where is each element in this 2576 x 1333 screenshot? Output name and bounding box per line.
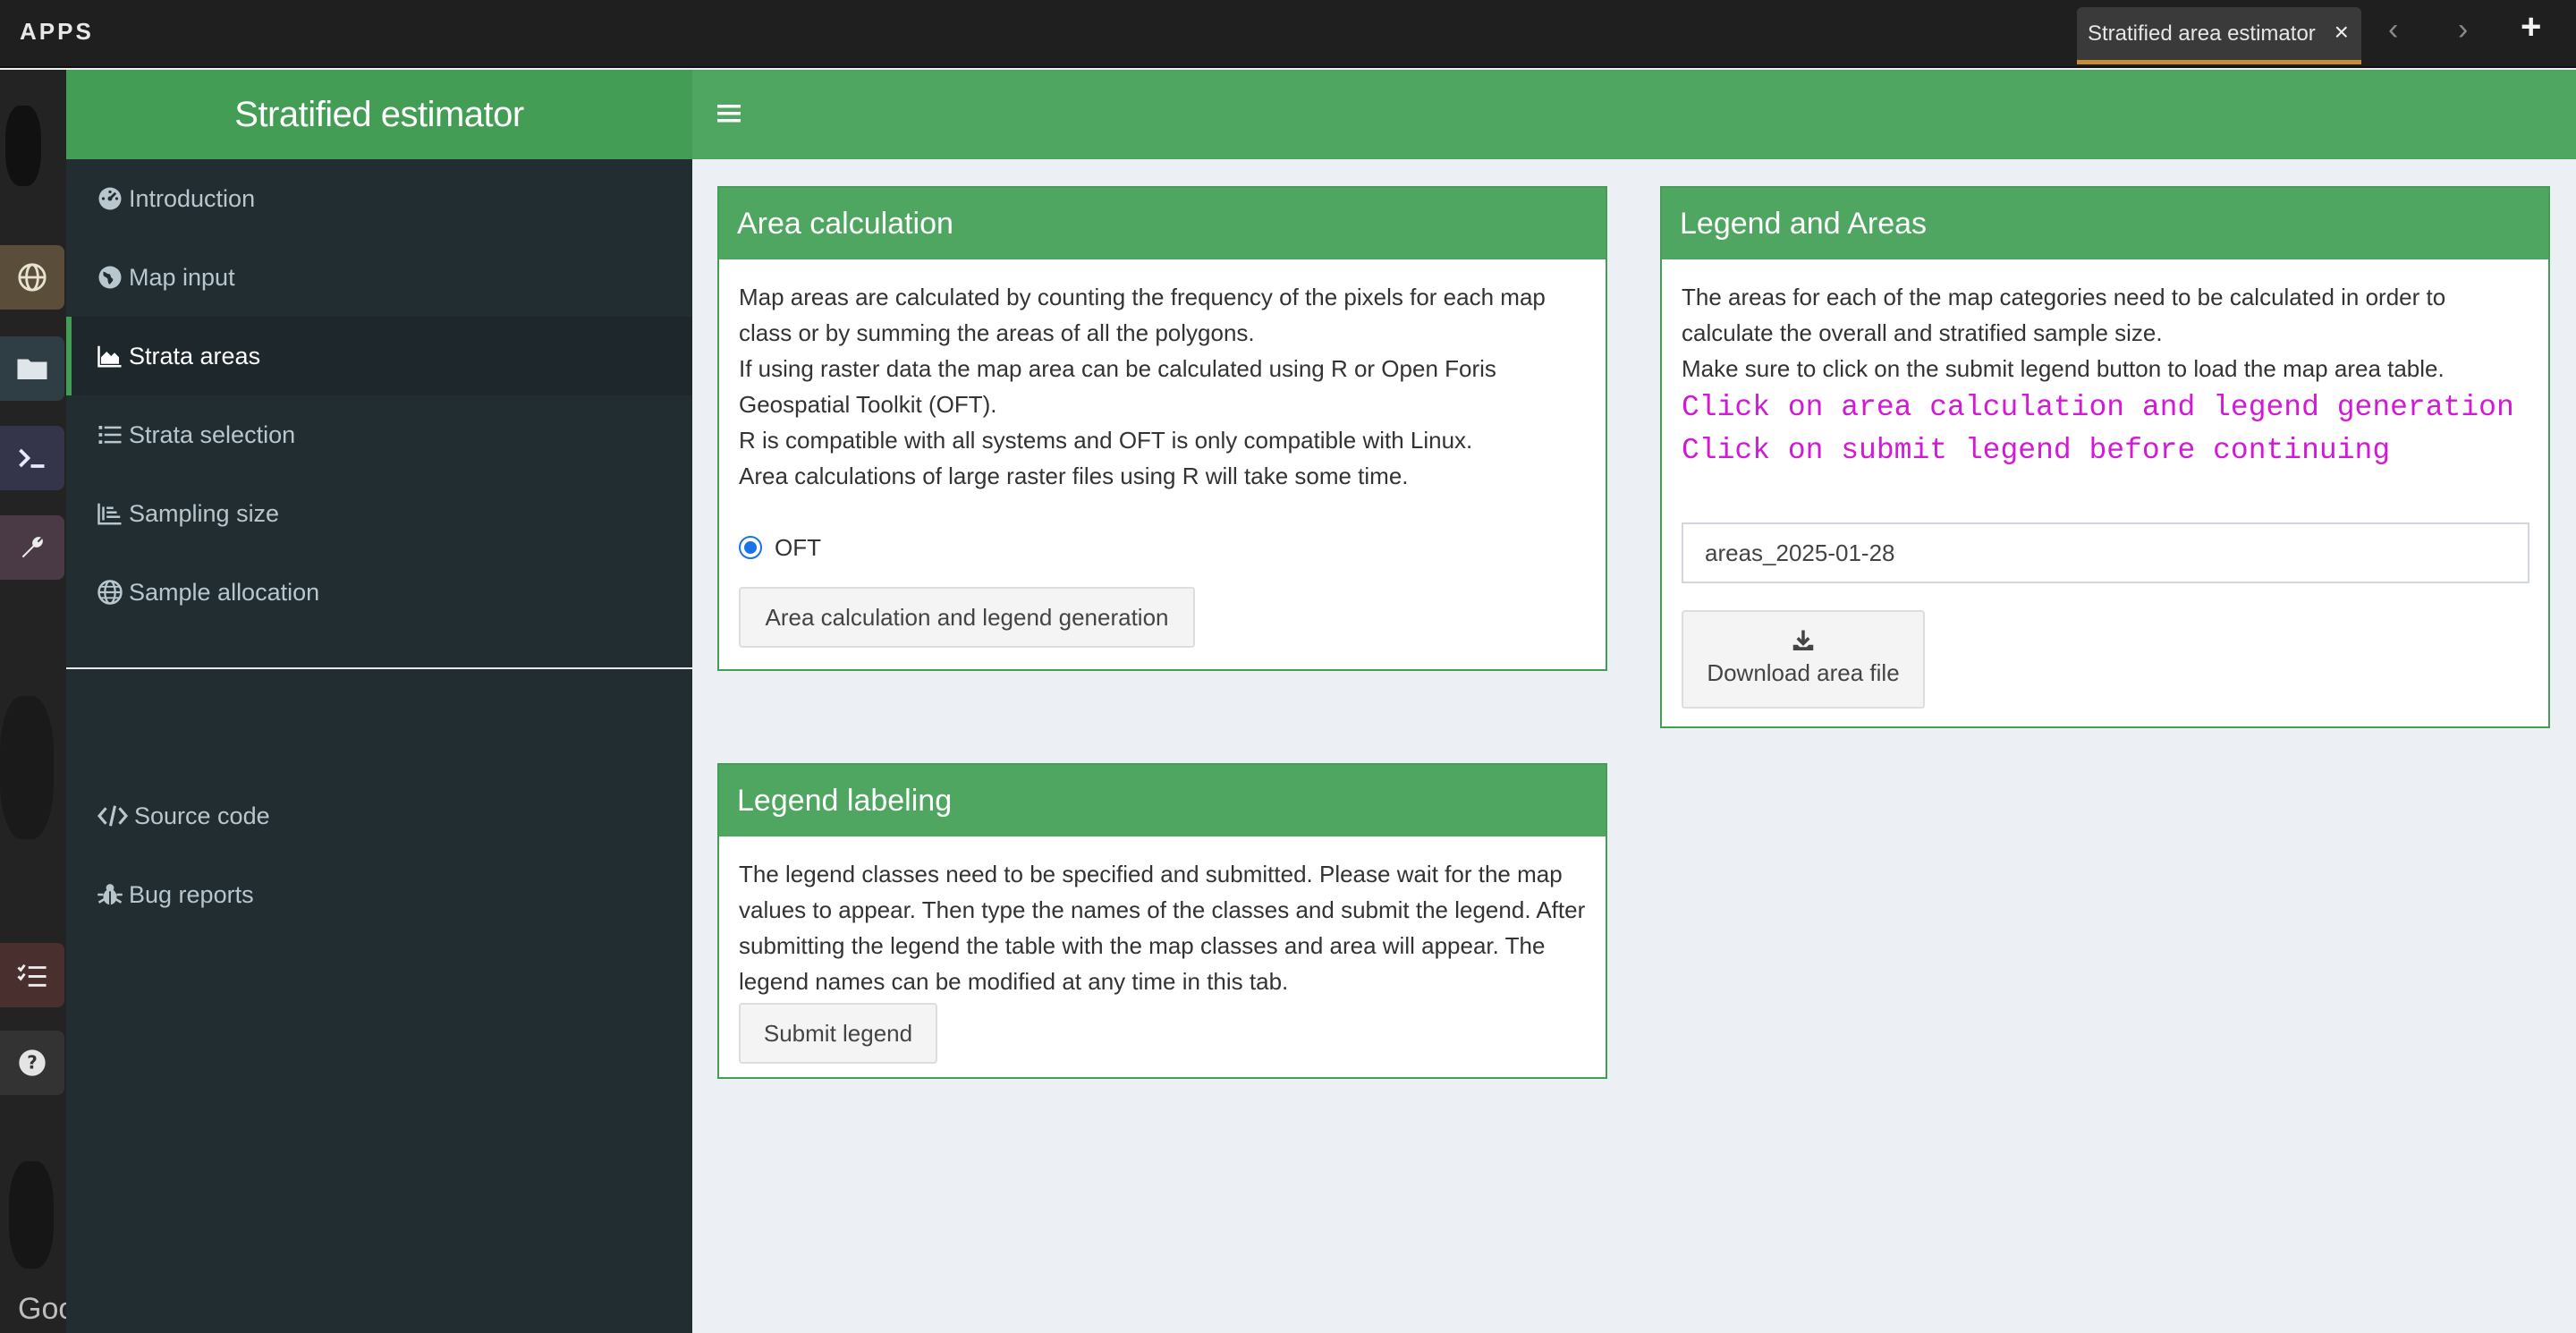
back-icon[interactable]: ‹ (2388, 13, 2398, 47)
area-filename-input[interactable]: areas_2025-01-28 (1682, 522, 2529, 583)
terminal-icon[interactable] (0, 426, 64, 490)
oft-radio-option[interactable]: OFT (739, 530, 1586, 565)
task-list-icon[interactable] (0, 943, 64, 1007)
panel-text: Make sure to click on the submit legend … (1682, 355, 2445, 382)
button-label: Download area file (1707, 659, 1900, 686)
map-land-shape (9, 1161, 54, 1269)
sidebar-item-label: Strata selection (129, 420, 296, 448)
svg-text:?: ? (27, 1052, 38, 1074)
sidebar-item-introduction[interactable]: Introduction (66, 159, 692, 238)
hint-text: Click on area calculation and legend gen… (1682, 391, 2514, 424)
hamburger-menu-icon[interactable] (717, 102, 741, 125)
panel-title: Legend labeling (719, 765, 1606, 836)
bug-icon (97, 884, 123, 905)
sidebar-item-bug-reports[interactable]: Bug reports (66, 855, 692, 934)
map-land-shape (0, 696, 54, 839)
tab-title: Stratified area estimator (2088, 21, 2316, 46)
sidebar-item-sampling-size[interactable]: Sampling size (66, 474, 692, 553)
close-icon[interactable]: × (2334, 18, 2349, 47)
globe-grid-icon (97, 580, 123, 605)
tab-stratified-area-estimator[interactable]: Stratified area estimator × (2077, 7, 2361, 64)
map-land-shape (5, 106, 41, 186)
main-header (692, 70, 2576, 159)
sidebar-item-sample-allocation[interactable]: Sample allocation (66, 553, 692, 632)
legend-labeling-panel: Legend labeling The legend classes need … (717, 763, 1607, 1079)
globe-icon[interactable] (0, 245, 64, 310)
download-icon (1792, 630, 1814, 650)
new-tab-icon[interactable]: + (2521, 7, 2541, 47)
area-chart-icon (97, 345, 122, 368)
sidebar-item-strata-selection[interactable]: Strata selection (66, 395, 692, 474)
sidebar-item-label: Sampling size (129, 499, 280, 527)
panel-text: The areas for each of the map categories… (1682, 284, 2446, 346)
radio-label: OFT (775, 534, 821, 561)
sidebar-item-strata-areas[interactable]: Strata areas (66, 317, 692, 395)
top-bar: APPS Stratified area estimator × ‹ › + (0, 0, 2576, 68)
sidebar-item-source-code[interactable]: Source code (66, 777, 692, 855)
panel-text: If using raster data the map area can be… (739, 355, 1496, 418)
panel-text: R is compatible with all systems and OFT… (739, 427, 1473, 454)
wrench-icon[interactable] (0, 515, 64, 580)
panel-title: Legend and Areas (1662, 188, 2548, 259)
sidebar-item-label: Strata areas (129, 342, 261, 369)
sidebar-item-label: Introduction (129, 184, 256, 212)
apps-label[interactable]: APPS (20, 18, 94, 46)
dashboard-icon (98, 187, 122, 210)
legend-and-areas-panel: Legend and Areas The areas for each of t… (1660, 186, 2550, 728)
sidebar-item-map-input[interactable]: Map input (66, 238, 692, 317)
submit-legend-button[interactable]: Submit legend (739, 1003, 937, 1064)
help-icon[interactable]: ? (0, 1031, 64, 1095)
area-calculation-button[interactable]: Area calculation and legend generation (739, 587, 1195, 648)
app-title[interactable]: Stratified estimator (66, 70, 692, 159)
panel-text: The legend classes need to be specified … (739, 861, 1586, 995)
panel-title: Area calculation (719, 188, 1606, 259)
hint-text: Click on submit legend before continuing (1682, 434, 2391, 467)
sidebar-item-label: Map input (129, 263, 235, 291)
panel-text: Area calculations of large raster files … (739, 463, 1409, 489)
globe-americas-icon (98, 266, 122, 289)
oft-radio[interactable] (739, 536, 762, 559)
sidebar-divider (66, 667, 692, 669)
bar-chart-icon (97, 503, 122, 525)
sidebar-item-label: Sample allocation (129, 578, 320, 606)
code-icon (97, 805, 129, 827)
forward-icon[interactable]: › (2458, 13, 2468, 47)
download-area-file-button[interactable]: Download area file (1682, 610, 1925, 709)
area-calculation-panel: Area calculation Map areas are calculate… (717, 186, 1607, 671)
folder-icon[interactable] (0, 336, 64, 401)
sidebar-item-label: Bug reports (129, 880, 254, 908)
panel-text: Map areas are calculated by counting the… (739, 284, 1546, 346)
list-icon (98, 426, 122, 444)
sidebar-item-label: Source code (134, 802, 270, 829)
sidebar: Stratified estimator Introduction Map in… (66, 70, 692, 1333)
